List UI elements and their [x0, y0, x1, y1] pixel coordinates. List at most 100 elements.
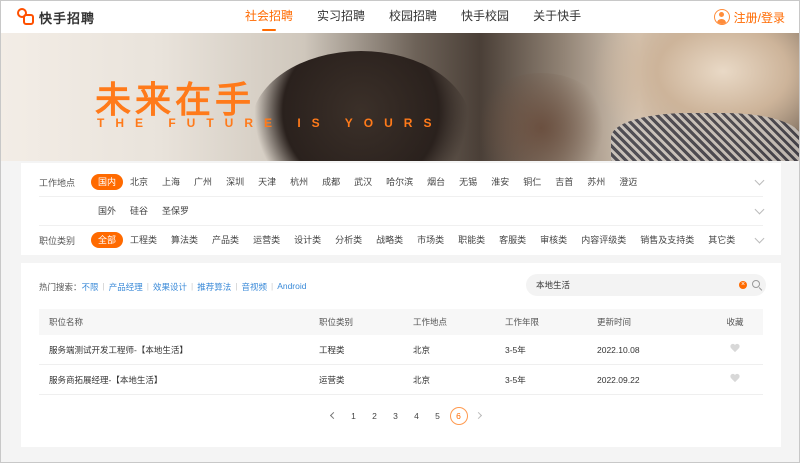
expand-chevron-icon[interactable] — [754, 233, 765, 244]
location-chip[interactable]: 硅谷 — [123, 203, 155, 219]
hero-banner: 未来在手 THE FUTURE IS YOURS — [1, 33, 799, 161]
next-page-icon[interactable] — [471, 407, 489, 425]
location-chip[interactable]: 成都 — [315, 174, 347, 190]
category-chip[interactable]: 职能类 — [451, 232, 492, 248]
category-chip[interactable]: 算法类 — [164, 232, 205, 248]
kuaishou-logo-icon — [17, 8, 35, 26]
location-chip[interactable]: 吉首 — [548, 174, 580, 190]
banner-photo-scarf — [611, 113, 799, 161]
category-chip[interactable]: 审核类 — [533, 232, 574, 248]
nav-about[interactable]: 关于快手 — [521, 1, 593, 33]
location-chip[interactable]: 上海 — [155, 174, 187, 190]
search-box: × — [526, 274, 766, 296]
location-chip[interactable]: 天津 — [251, 174, 283, 190]
column-header: 工作地点 — [413, 317, 448, 327]
category-chip[interactable]: 运营类 — [246, 232, 287, 248]
main-nav: 社会招聘 实习招聘 校园招聘 快手校园 关于快手 — [233, 1, 593, 33]
nav-social-recruitment[interactable]: 社会招聘 — [233, 1, 305, 33]
job-list-panel: 热门搜索： 不限 | 产品经理 | 效果设计 | 推荐算法 | 音视频 | Android… — [21, 263, 781, 447]
page-button[interactable]: 2 — [366, 407, 384, 425]
category-chip[interactable]: 销售及支持类 — [633, 232, 701, 248]
location-chip[interactable]: 武汉 — [347, 174, 379, 190]
page-button[interactable]: 1 — [345, 407, 363, 425]
category-chip[interactable]: 产品类 — [205, 232, 246, 248]
search-icon[interactable] — [752, 280, 760, 288]
location-filter-row: 工作地点 国内 北京 上海 广州 深圳 天津 杭州 成都 武汉 哈尔滨 烟台 无… — [21, 168, 781, 196]
location-chip[interactable]: 广州 — [187, 174, 219, 190]
job-category: 工程类 — [319, 344, 345, 355]
category-chip[interactable]: 客服类 — [492, 232, 533, 248]
pagination: 1 2 3 4 5 6 — [321, 407, 491, 425]
job-category: 运营类 — [319, 374, 345, 385]
search-input[interactable] — [536, 278, 726, 292]
nav-intern-recruitment[interactable]: 实习招聘 — [305, 1, 377, 33]
location-chip[interactable]: 圣保罗 — [155, 203, 196, 219]
table-row[interactable]: 服务商拓展经理-【本地生活】 运营类 北京 3-5年 2022.09.22 — [39, 365, 763, 395]
category-chip[interactable]: 分析类 — [328, 232, 369, 248]
page-button[interactable]: 5 — [429, 407, 447, 425]
location-chip[interactable]: 国外 — [91, 203, 123, 219]
location-chip[interactable]: 杭州 — [283, 174, 315, 190]
page-button[interactable]: 3 — [387, 407, 405, 425]
category-chip[interactable]: 内容评级类 — [574, 232, 633, 248]
location-chip[interactable]: 北京 — [123, 174, 155, 190]
clear-icon[interactable]: × — [739, 281, 747, 289]
location-label: 工作地点 — [39, 177, 76, 188]
category-label: 职位类别 — [39, 235, 76, 246]
column-header: 职位类别 — [319, 317, 354, 327]
category-chip[interactable]: 全部 — [91, 232, 124, 248]
job-title[interactable]: 服务端测试开发工程师-【本地生活】 — [39, 344, 319, 356]
banner-photo-figure — [471, 73, 611, 161]
nav-campus-recruitment[interactable]: 校园招聘 — [377, 1, 449, 33]
table-row[interactable]: 服务端测试开发工程师-【本地生活】 工程类 北京 3-5年 2022.10.08 — [39, 335, 763, 365]
job-table: 职位名称 职位类别 工作地点 工作年限 更新时间 收藏 服务端测试开发工程师-【… — [39, 309, 763, 395]
nav-kuaishou-campus[interactable]: 快手校园 — [449, 1, 521, 33]
column-header: 工作年限 — [505, 317, 540, 327]
location-chip[interactable]: 烟台 — [420, 174, 452, 190]
category-chip[interactable]: 市场类 — [410, 232, 451, 248]
location-chip[interactable]: 无锡 — [452, 174, 484, 190]
column-header: 收藏 — [726, 317, 744, 327]
location-chip[interactable]: 铜仁 — [516, 174, 548, 190]
expand-chevron-icon[interactable] — [754, 175, 765, 186]
category-chip[interactable]: 战略类 — [369, 232, 410, 248]
location-chip[interactable]: 哈尔滨 — [379, 174, 420, 190]
location-chip[interactable]: 国内 — [91, 174, 124, 190]
prev-page-icon[interactable] — [323, 407, 341, 425]
login-link[interactable]: 注册/登录 — [713, 7, 785, 27]
hot-keyword-link[interactable]: 产品经理 — [109, 281, 143, 293]
hot-keyword-link[interactable]: 效果设计 — [153, 281, 187, 293]
banner-subtitle: THE FUTURE IS YOURS — [97, 116, 443, 130]
user-icon — [713, 9, 730, 25]
logo-text: 快手招聘 — [39, 10, 96, 26]
page-button-current[interactable]: 6 — [449, 407, 468, 425]
job-updated: 2022.09.22 — [597, 374, 640, 385]
job-years: 3-5年 — [505, 344, 526, 355]
page-button[interactable]: 4 — [408, 407, 426, 425]
category-chip[interactable]: 其它类 — [701, 232, 742, 248]
category-chip[interactable]: 设计类 — [287, 232, 328, 248]
hot-keyword-link[interactable]: 不限 — [82, 281, 99, 293]
job-location: 北京 — [413, 344, 431, 355]
login-label: 注册/登录 — [733, 10, 785, 25]
logo[interactable]: 快手招聘 — [17, 7, 95, 27]
table-header: 职位名称 职位类别 工作地点 工作年限 更新时间 收藏 — [39, 309, 763, 335]
location-chip[interactable]: 淮安 — [484, 174, 516, 190]
hot-keyword-link[interactable]: Android — [277, 281, 306, 293]
banner-photo-figure — [251, 51, 471, 161]
location-filter-row-2: 国外 硅谷 圣保罗 — [21, 197, 781, 225]
favorite-heart-icon[interactable] — [730, 344, 740, 353]
top-header: 快手招聘 社会招聘 实习招聘 校园招聘 快手校园 关于快手 注册/登录 — [1, 1, 799, 33]
location-chip[interactable]: 澄迈 — [612, 174, 644, 190]
hot-keyword-link[interactable]: 推荐算法 — [197, 281, 231, 293]
hot-keyword-link[interactable]: 音视频 — [241, 281, 267, 293]
favorite-heart-icon[interactable] — [730, 374, 740, 383]
category-chip[interactable]: 工程类 — [123, 232, 164, 248]
job-title[interactable]: 服务商拓展经理-【本地生活】 — [39, 374, 319, 386]
expand-chevron-icon[interactable] — [754, 204, 765, 215]
location-chip[interactable]: 深圳 — [219, 174, 251, 190]
job-updated: 2022.10.08 — [597, 344, 640, 355]
job-years: 3-5年 — [505, 374, 526, 385]
location-chip[interactable]: 苏州 — [580, 174, 612, 190]
filter-panel: 工作地点 国内 北京 上海 广州 深圳 天津 杭州 成都 武汉 哈尔滨 烟台 无… — [21, 163, 781, 255]
